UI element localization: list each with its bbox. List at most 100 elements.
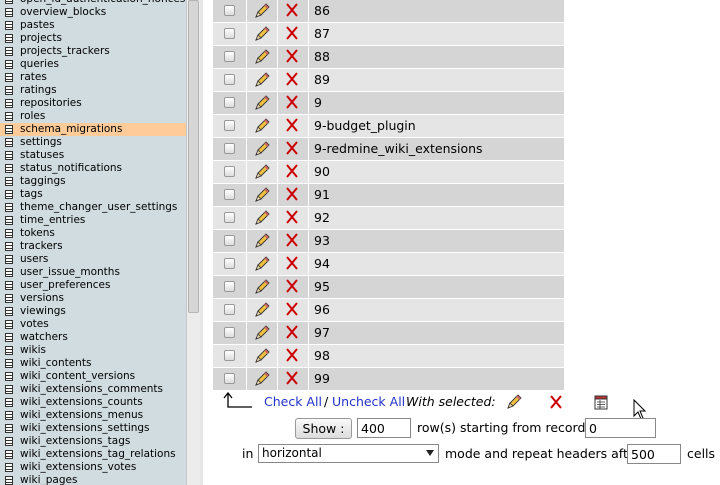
- table-icon[interactable]: [5, 229, 13, 238]
- table-icon[interactable]: [5, 60, 13, 69]
- sidebar-table-name[interactable]: votes: [20, 318, 49, 331]
- row-checkbox[interactable]: [224, 51, 235, 62]
- sidebar-scrollbar[interactable]: [186, 0, 200, 485]
- scrollbar-thumb[interactable]: [188, 0, 199, 313]
- sidebar-table-item[interactable]: time_entries: [0, 214, 186, 227]
- red-x-icon[interactable]: [284, 232, 300, 248]
- sidebar-table-item[interactable]: votes: [0, 318, 186, 331]
- row-checkbox[interactable]: [224, 350, 235, 361]
- sidebar-table-name[interactable]: pastes: [20, 19, 55, 32]
- row-checkbox[interactable]: [224, 373, 235, 384]
- pencil-icon[interactable]: [253, 117, 271, 135]
- red-x-icon[interactable]: [284, 186, 300, 202]
- sidebar-table-name[interactable]: rates: [20, 71, 47, 84]
- sidebar-table-item[interactable]: wiki_extensions_tags: [0, 435, 186, 448]
- sidebar-table-name[interactable]: ratings: [20, 84, 57, 97]
- pencil-icon[interactable]: [253, 370, 271, 388]
- sidebar-table-item[interactable]: wiki_content_versions: [0, 370, 186, 383]
- table-icon[interactable]: [5, 320, 13, 329]
- sidebar-table-item[interactable]: user_preferences: [0, 279, 186, 292]
- table-icon[interactable]: [5, 138, 13, 147]
- row-checkbox[interactable]: [224, 304, 235, 315]
- table-icon[interactable]: [5, 73, 13, 82]
- sidebar-table-name[interactable]: wiki_extensions_settings: [20, 422, 150, 435]
- sidebar-table-item[interactable]: user_issue_months: [0, 266, 186, 279]
- red-x-icon[interactable]: [284, 71, 300, 87]
- row-checkbox[interactable]: [224, 327, 235, 338]
- sidebar-table-item[interactable]: overview_blocks: [0, 6, 186, 19]
- red-x-icon[interactable]: [284, 301, 300, 317]
- table-icon[interactable]: [5, 242, 13, 251]
- sidebar-table-item[interactable]: wiki_extensions_tag_relations: [0, 448, 186, 461]
- pencil-icon[interactable]: [505, 393, 523, 411]
- export-icon[interactable]: [593, 394, 609, 410]
- table-icon[interactable]: [5, 294, 13, 303]
- show-button[interactable]: Show :: [295, 418, 352, 439]
- red-x-icon[interactable]: [284, 94, 300, 110]
- row-checkbox[interactable]: [224, 166, 235, 177]
- sidebar-table-name[interactable]: projects: [20, 32, 62, 45]
- sidebar-table-name[interactable]: wiki_contents: [20, 357, 91, 370]
- pencil-icon[interactable]: [253, 140, 271, 158]
- pencil-icon[interactable]: [253, 163, 271, 181]
- sidebar-table-name[interactable]: queries: [20, 58, 59, 71]
- red-x-icon[interactable]: [284, 25, 300, 41]
- red-x-icon[interactable]: [284, 163, 300, 179]
- sidebar-table-name[interactable]: wiki_pages: [20, 474, 77, 485]
- red-x-icon[interactable]: [284, 255, 300, 271]
- table-icon[interactable]: [5, 307, 13, 316]
- sidebar-table-name[interactable]: repositories: [20, 97, 82, 110]
- table-icon[interactable]: [5, 476, 13, 485]
- rows-count-input[interactable]: [357, 418, 411, 438]
- row-checkbox[interactable]: [224, 212, 235, 223]
- pencil-icon[interactable]: [253, 255, 271, 273]
- sidebar-table-name[interactable]: watchers: [20, 331, 68, 344]
- repeat-headers-input[interactable]: [627, 444, 681, 464]
- table-icon[interactable]: [5, 203, 13, 212]
- start-record-input[interactable]: [585, 418, 656, 438]
- sidebar-table-item[interactable]: ratings: [0, 84, 186, 97]
- red-x-icon[interactable]: [284, 278, 300, 294]
- pencil-icon[interactable]: [253, 301, 271, 319]
- pencil-icon[interactable]: [253, 2, 271, 20]
- sidebar-table-item[interactable]: schema_migrations: [0, 123, 186, 136]
- red-x-icon[interactable]: [284, 370, 300, 386]
- pencil-icon[interactable]: [253, 48, 271, 66]
- table-icon[interactable]: [5, 164, 13, 173]
- sidebar-table-item[interactable]: wiki_extensions_counts: [0, 396, 186, 409]
- sidebar-table-item[interactable]: wiki_extensions_votes: [0, 461, 186, 474]
- sidebar-table-item[interactable]: taggings: [0, 175, 186, 188]
- table-icon[interactable]: [5, 0, 13, 4]
- pencil-icon[interactable]: [253, 232, 271, 250]
- red-x-icon[interactable]: [284, 117, 300, 133]
- sidebar-table-name[interactable]: projects_trackers: [20, 45, 110, 58]
- table-icon[interactable]: [5, 216, 13, 225]
- table-icon[interactable]: [5, 333, 13, 342]
- sidebar-table-item[interactable]: wiki_extensions_menus: [0, 409, 186, 422]
- table-icon[interactable]: [5, 411, 13, 420]
- row-checkbox[interactable]: [224, 5, 235, 16]
- sidebar-table-name[interactable]: statuses: [20, 149, 64, 162]
- sidebar-table-item[interactable]: wiki_pages: [0, 474, 186, 485]
- red-x-icon[interactable]: [284, 209, 300, 225]
- sidebar-table-item[interactable]: trackers: [0, 240, 186, 253]
- sidebar-table-name[interactable]: status_notifications: [20, 162, 122, 175]
- table-icon[interactable]: [5, 151, 13, 160]
- sidebar-table-name[interactable]: versions: [20, 292, 64, 305]
- table-icon[interactable]: [5, 281, 13, 290]
- pencil-icon[interactable]: [253, 71, 271, 89]
- table-icon[interactable]: [5, 99, 13, 108]
- table-icon[interactable]: [5, 177, 13, 186]
- table-icon[interactable]: [5, 112, 13, 121]
- sidebar-table-item[interactable]: viewings: [0, 305, 186, 318]
- pencil-icon[interactable]: [253, 94, 271, 112]
- sidebar-table-item[interactable]: wikis: [0, 344, 186, 357]
- table-icon[interactable]: [5, 125, 13, 134]
- check-all-link[interactable]: Check All: [264, 394, 322, 409]
- sidebar-table-item[interactable]: watchers: [0, 331, 186, 344]
- sidebar-table-name[interactable]: wiki_content_versions: [20, 370, 135, 383]
- display-mode-select[interactable]: horizontal: [258, 444, 439, 463]
- red-x-icon[interactable]: [284, 48, 300, 64]
- table-icon[interactable]: [5, 346, 13, 355]
- row-checkbox[interactable]: [224, 258, 235, 269]
